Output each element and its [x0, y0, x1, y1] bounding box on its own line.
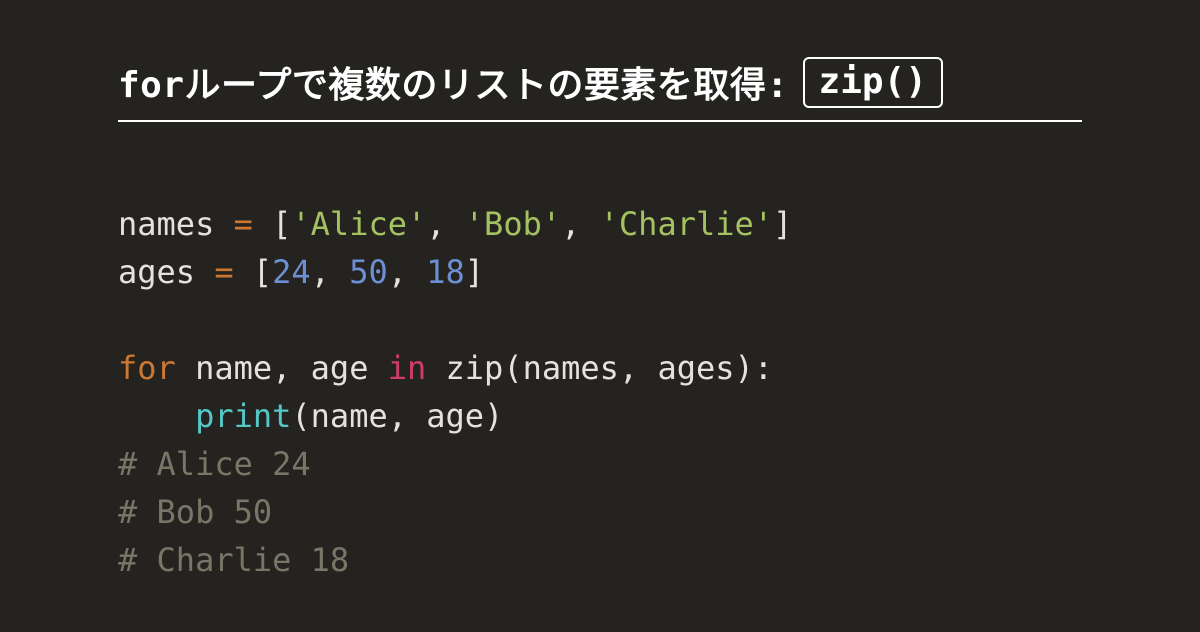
token-comma: ,: [311, 253, 350, 291]
token-args: (name, age): [291, 397, 503, 435]
token-number: 50: [349, 253, 388, 291]
code-line-8-comment: # Charlie 18: [118, 541, 349, 579]
content-container: forループで複数のリストの要素を取得: zip() names = ['Ali…: [0, 0, 1200, 632]
token-string: 'Bob': [465, 205, 561, 243]
token-bracket-open: [: [272, 205, 291, 243]
code-line-7-comment: # Bob 50: [118, 493, 272, 531]
token-call: zip(names, ages):: [426, 349, 773, 387]
token-assign: =: [214, 205, 272, 243]
token-string: 'Charlie': [600, 205, 773, 243]
title-boxed-code: zip(): [803, 57, 943, 108]
token-number: 18: [426, 253, 465, 291]
token-var: names: [118, 205, 214, 243]
token-comma: ,: [388, 253, 427, 291]
code-line-5: print(name, age): [118, 397, 503, 435]
title-text: forループで複数のリストの要素を取得:: [118, 56, 789, 108]
token-bracket-close: ]: [465, 253, 484, 291]
token-vars: name, age: [176, 349, 388, 387]
code-line-2: ages = [24, 50, 18]: [118, 253, 484, 291]
token-var: ages: [118, 253, 195, 291]
token-function: print: [195, 397, 291, 435]
token-comma: ,: [561, 205, 600, 243]
code-block: names = ['Alice', 'Bob', 'Charlie'] ages…: [118, 152, 1082, 632]
token-bracket-close: ]: [773, 205, 792, 243]
token-string: 'Alice': [291, 205, 426, 243]
code-line-6-comment: # Alice 24: [118, 445, 311, 483]
token-bracket-open: [: [253, 253, 272, 291]
title-row: forループで複数のリストの要素を取得: zip(): [118, 56, 1082, 122]
token-keyword-in: in: [388, 349, 427, 387]
token-keyword-for: for: [118, 349, 176, 387]
token-assign: =: [195, 253, 253, 291]
code-line-1: names = ['Alice', 'Bob', 'Charlie']: [118, 205, 792, 243]
code-line-4: for name, age in zip(names, ages):: [118, 349, 773, 387]
token-comma: ,: [426, 205, 465, 243]
token-number: 24: [272, 253, 311, 291]
token-indent: [118, 397, 195, 435]
